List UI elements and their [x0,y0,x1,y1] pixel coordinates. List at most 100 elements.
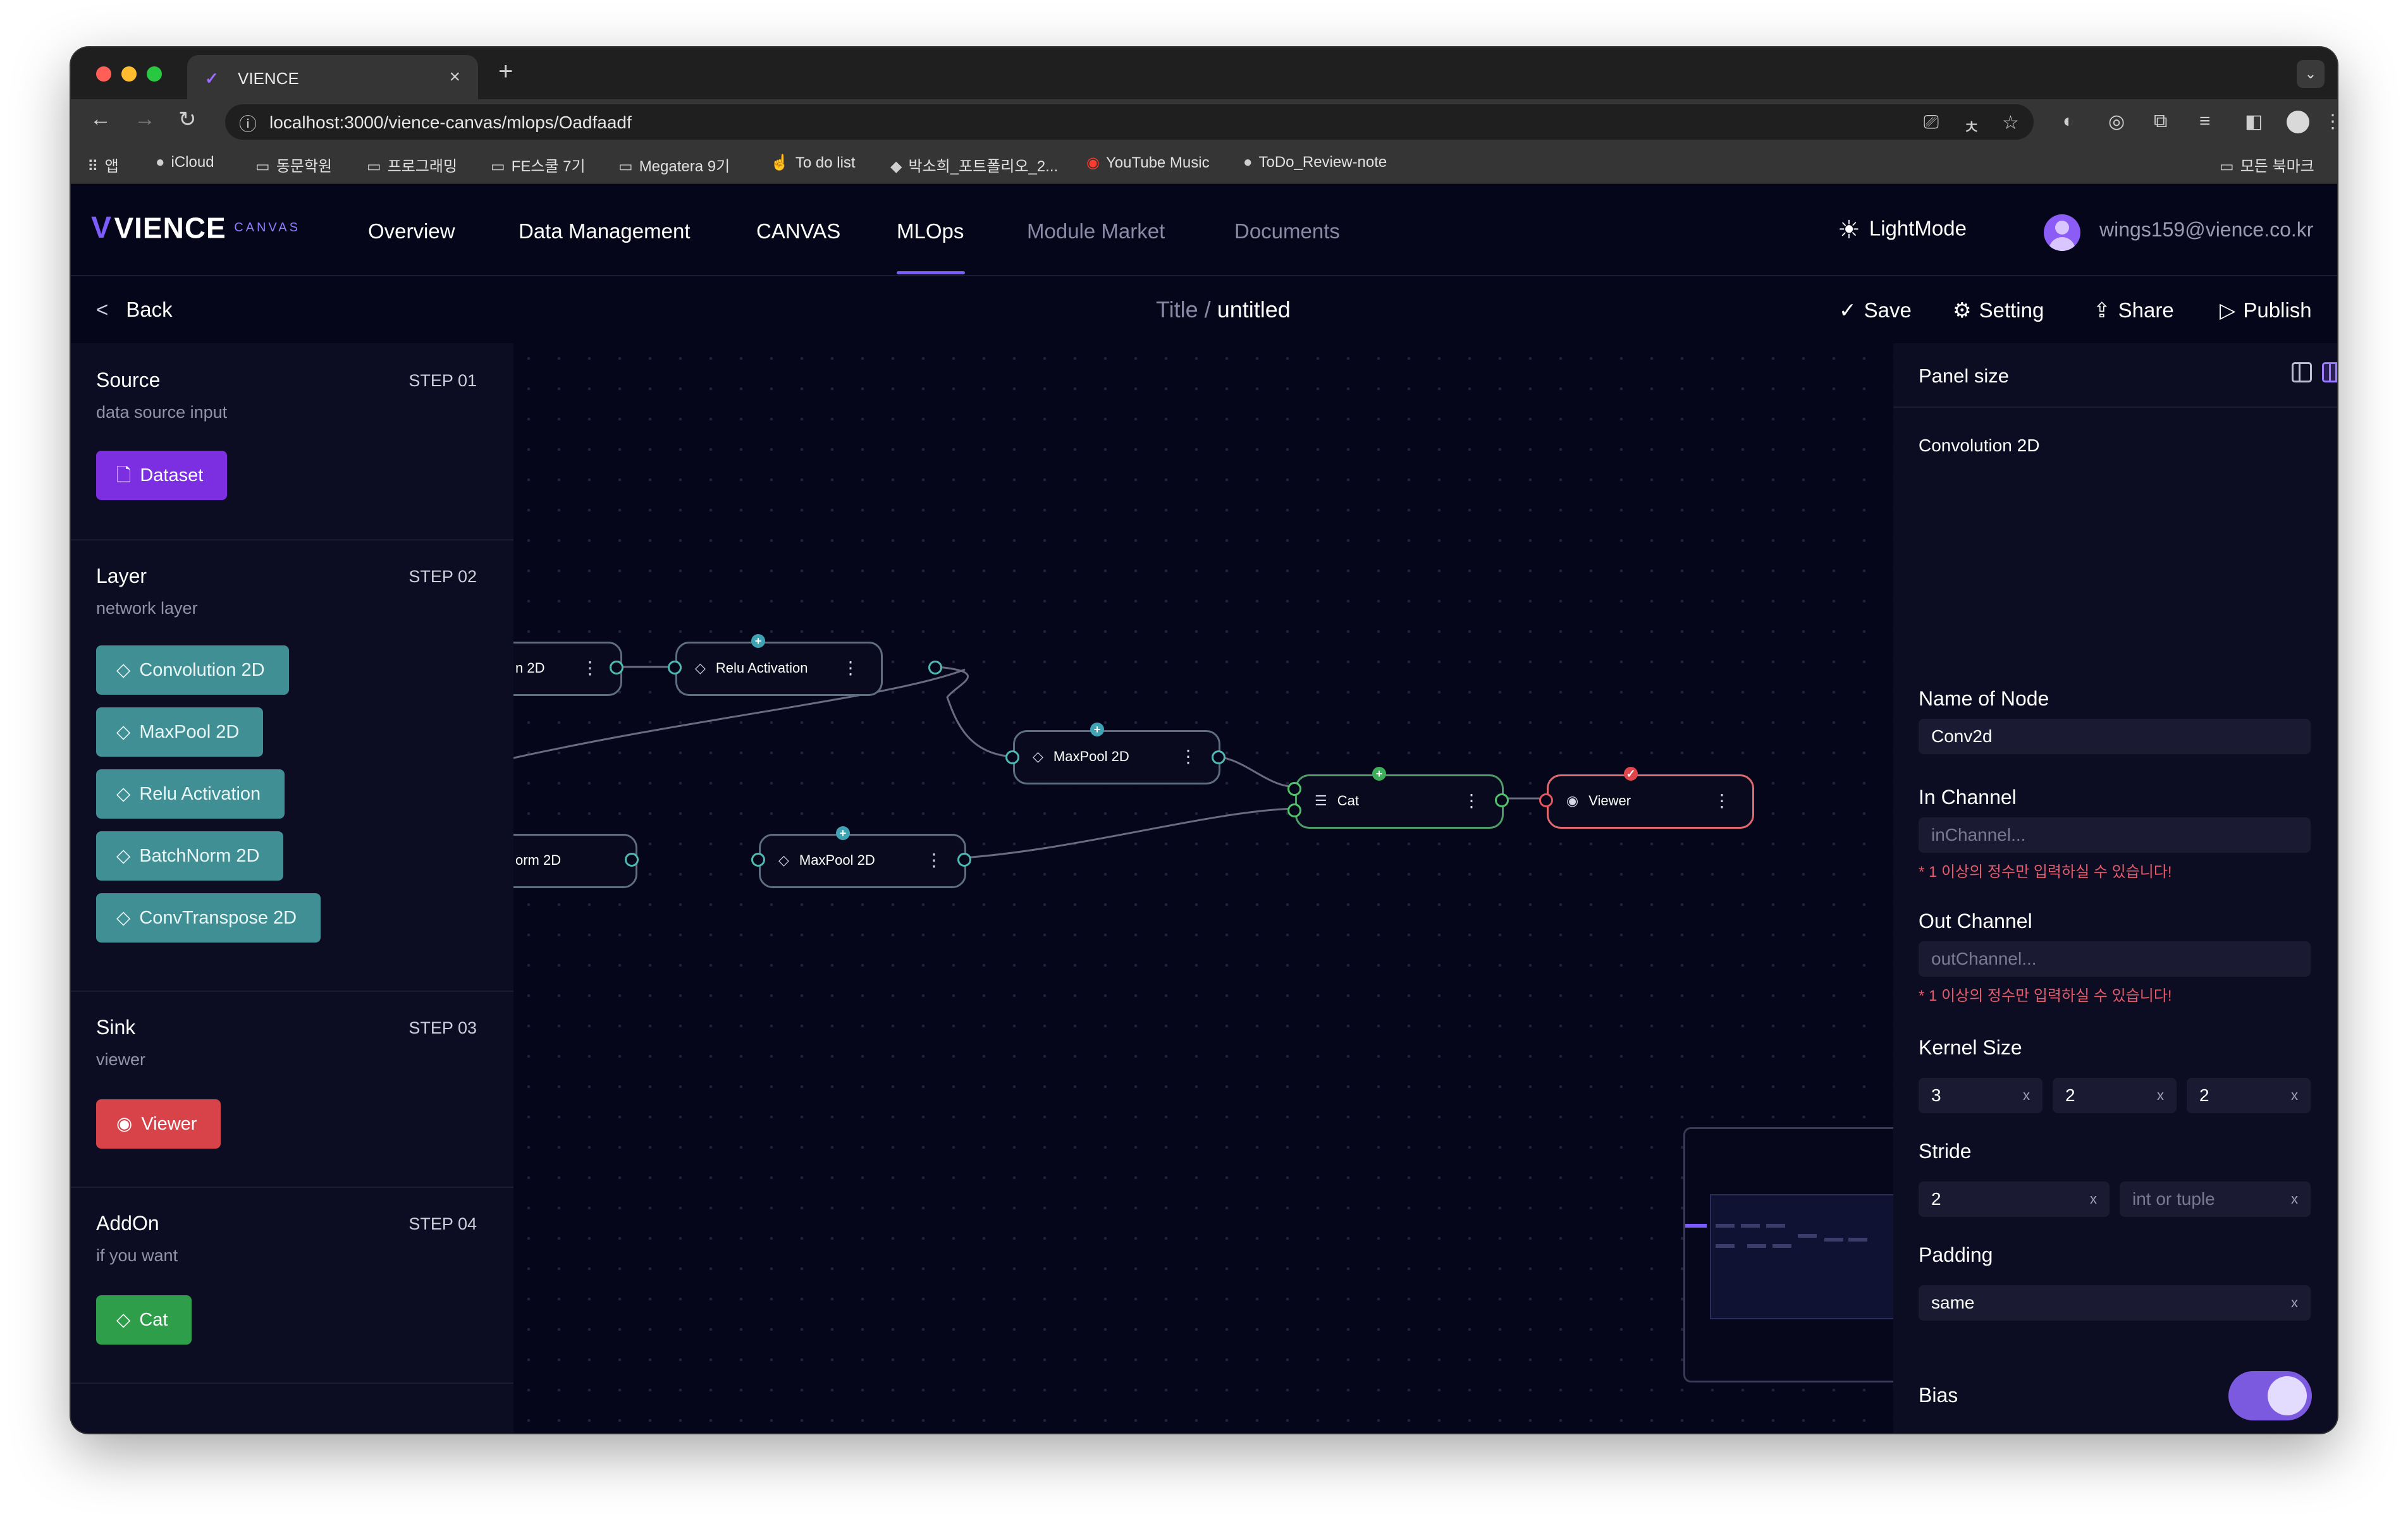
node-canvas[interactable]: n 2D ⋮ ◇ Relu Activation ⋮ + ◇ MaxPool 2D … [513,343,1893,1433]
setting-button[interactable]: ⚙ Setting [1953,298,2044,322]
profile-avatar-icon[interactable] [2287,111,2309,133]
output-port[interactable] [1495,793,1509,807]
new-tab-icon[interactable]: + [498,58,513,86]
nav-module-market[interactable]: Module Market [1027,219,1165,243]
input-port[interactable] [1539,793,1553,807]
batchnorm-node[interactable]: orm 2D [513,834,637,888]
maximize-window-button[interactable] [147,66,162,82]
bias-toggle[interactable] [2228,1371,2312,1420]
clear-icon[interactable]: x [2090,1181,2097,1217]
maxpool-2d-node[interactable]: ◇ MaxPool 2D ⋮ [1013,730,1220,784]
nav-overview[interactable]: Overview [368,219,455,243]
reload-icon[interactable]: ↻ [178,107,197,132]
batchnorm-2d-chip[interactable]: ◇ BatchNorm 2D [96,831,284,881]
convolution-2d-chip[interactable]: ◇ Convolution 2D [96,645,289,695]
user-avatar[interactable] [2044,214,2080,251]
bookmark-folder[interactable]: ▭ 프로그래밍 [367,154,457,176]
bookmark-icloud[interactable]: ● iCloud [156,154,214,171]
panel-size-medium-icon[interactable] [2322,362,2337,382]
relu-activation-chip[interactable]: ◇ Relu Activation [96,769,285,819]
vience-logo[interactable]: V VIENCE CANVAS [91,211,300,245]
site-info-icon[interactable]: ⓘ [239,111,257,136]
conv-node[interactable]: n 2D ⋮ [513,642,622,696]
cat-chip[interactable]: ◇ Cat [96,1295,192,1345]
input-port[interactable] [668,661,682,674]
node-menu-icon[interactable]: ⋮ [1179,746,1197,767]
input-port[interactable] [1287,782,1301,796]
bookmark-folder[interactable]: ▭ FE스쿨 7기 [491,154,586,176]
clear-icon[interactable]: x [2157,1078,2164,1113]
stride-input[interactable]: int or tuple x [2120,1181,2311,1217]
padding-input[interactable]: same x [1919,1285,2311,1321]
dataset-chip[interactable]: 🗋 Dataset [96,451,228,500]
nav-documents[interactable]: Documents [1234,219,1340,243]
node-menu-icon[interactable]: ⋮ [1463,790,1480,811]
bookmark-todo[interactable]: ☝ To do list [770,154,856,172]
stride-input[interactable]: 2x [1919,1181,2110,1217]
close-window-button[interactable] [96,66,111,82]
browser-tab[interactable]: ✓ VIENCE × [187,55,478,99]
input-port[interactable] [1005,750,1019,764]
check-badge-icon[interactable]: ✓ [1624,767,1638,781]
node-name-input[interactable]: Conv2d [1919,719,2311,754]
install-app-icon[interactable]: ⎚ [1924,112,1939,133]
publish-button[interactable]: ▷ Publish [2220,298,2312,322]
back-arrow-icon[interactable]: ← [90,107,111,131]
clear-icon[interactable]: x [2023,1078,2030,1113]
address-bar[interactable]: ⓘ localhost:3000/vience-canvas/mlops/Oad… [225,104,2034,140]
node-menu-icon[interactable]: ⋮ [842,657,859,678]
translate-icon[interactable]: ㅊ [1963,112,1981,140]
kernel-size-input[interactable]: 2x [2053,1078,2177,1113]
output-port[interactable] [610,661,624,674]
extension-target-icon[interactable]: ◎ [2108,111,2125,133]
output-port[interactable] [957,853,971,867]
back-button[interactable]: < Back [96,298,173,322]
clear-icon[interactable]: x [2291,1285,2298,1321]
save-button[interactable]: ✓ Save [1839,298,1912,322]
input-port[interactable] [1287,803,1301,817]
all-bookmarks[interactable]: ▭ 모든 북마크 [2220,154,2314,176]
browser-menu-icon[interactable]: ⋮ [2323,111,2337,133]
tab-search-icon[interactable]: ⌄ [2297,60,2325,88]
output-port[interactable] [1212,750,1226,764]
nav-canvas[interactable]: CANVAS [756,219,840,243]
maxpool-2d-chip[interactable]: ◇ MaxPool 2D [96,707,264,757]
minimize-window-button[interactable] [121,66,137,82]
kernel-size-input[interactable]: 3x [1919,1078,2042,1113]
output-port[interactable] [625,853,639,867]
user-email[interactable]: wings159@vience.co.kr [2099,218,2313,241]
cat-node[interactable]: ☰ Cat ⋮ [1295,774,1504,829]
viewer-chip[interactable]: ◉ Viewer [96,1099,221,1149]
bookmark-github[interactable]: ● ToDo_Review-note [1243,154,1387,171]
side-panel-icon[interactable]: ◧ [2245,111,2263,133]
clear-icon[interactable]: x [2291,1181,2298,1217]
clear-icon[interactable]: x [2291,1078,2298,1113]
nav-data-management[interactable]: Data Management [519,219,691,243]
node-menu-icon[interactable]: ⋮ [925,850,943,870]
node-menu-icon[interactable]: ⋮ [1713,790,1731,811]
project-title[interactable]: Title / untitled [1156,296,1291,323]
output-port[interactable] [928,661,942,674]
extension-icon[interactable]: ◐ [2063,111,2074,132]
panel-size-small-icon[interactable] [2292,362,2312,382]
add-badge-icon[interactable]: + [751,634,765,648]
in-channel-input[interactable]: inChannel... [1919,817,2311,853]
add-badge-icon[interactable]: + [1090,723,1104,736]
media-controls-icon[interactable]: ≡ [2199,111,2211,132]
add-badge-icon[interactable]: + [836,826,850,840]
bookmark-youtube-music[interactable]: ◉ YouTube Music [1086,154,1210,172]
minimap[interactable] [1683,1127,1893,1383]
viewer-node[interactable]: ◉ Viewer ⋮ [1547,774,1754,829]
lightmode-toggle[interactable]: ☀ LightMode [1838,216,1967,245]
bookmark-star-icon[interactable]: ☆ [2002,112,2019,134]
maxpool-2d-node[interactable]: ◇ MaxPool 2D ⋮ [759,834,966,888]
node-menu-icon[interactable]: ⋮ [581,657,599,678]
share-button[interactable]: ⇪ Share [2093,298,2174,322]
bookmark-folder[interactable]: ▭ 동문학원 [255,154,332,176]
out-channel-input[interactable]: outChannel... [1919,941,2311,977]
extensions-puzzle-icon[interactable]: ⧉ [2154,111,2167,132]
bookmark-folder[interactable]: ▭ Megatera 9기 [618,154,730,176]
kernel-size-input[interactable]: 2x [2187,1078,2311,1113]
forward-arrow-icon[interactable]: → [134,107,156,131]
close-tab-icon[interactable]: × [449,66,460,88]
